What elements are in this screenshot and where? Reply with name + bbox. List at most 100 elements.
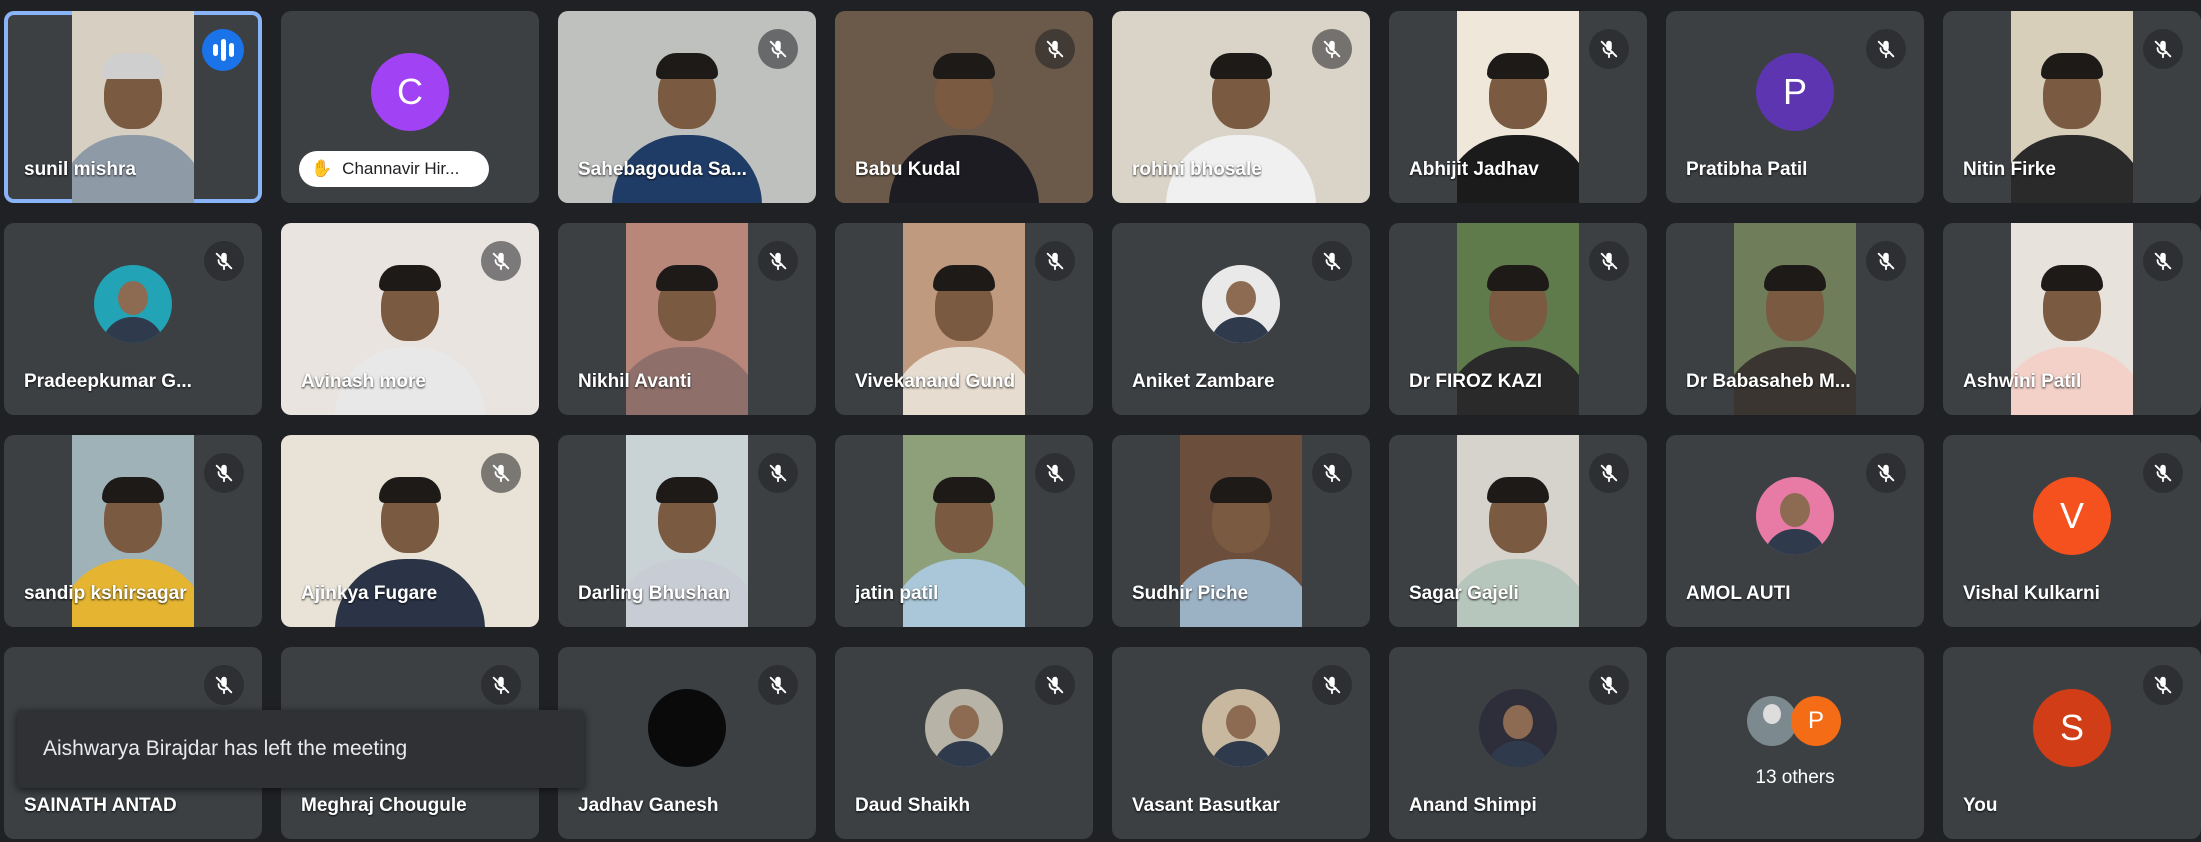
participant-tile[interactable]: Babu Kudal — [835, 11, 1093, 203]
participant-name: AMOL AUTI — [1686, 583, 1791, 604]
person-hair — [1210, 53, 1272, 80]
avatar-photo-head — [118, 280, 148, 315]
mic-off-icon — [1589, 453, 1629, 493]
avatar-photo — [94, 265, 172, 343]
participant-tile[interactable]: Nikhil Avanti — [558, 223, 816, 415]
avatar-photo — [648, 689, 726, 767]
participant-name: Pradeepkumar G... — [24, 371, 192, 392]
person-hair — [379, 477, 441, 504]
person-hair — [1487, 53, 1549, 80]
others-count-label: 13 others — [1755, 767, 1835, 788]
participant-tile[interactable]: Dr FIROZ KAZI — [1389, 223, 1647, 415]
hand-icon: ✋ — [311, 159, 333, 178]
participant-tile[interactable]: V Vishal Kulkarni — [1943, 435, 2201, 627]
participant-name: Channavir Hir... — [342, 159, 460, 178]
toast-text: Aishwarya Birajdar has left the meeting — [43, 737, 408, 760]
participant-tile[interactable]: Sahebagouda Sa... — [558, 11, 816, 203]
participant-tile[interactable]: Anand Shimpi — [1389, 647, 1647, 839]
avatar-photo — [1202, 689, 1280, 767]
participant-tile[interactable]: Daud Shaikh — [835, 647, 1093, 839]
participant-tile[interactable]: Vasant Basutkar — [1112, 647, 1370, 839]
participant-tile[interactable]: Nitin Firke — [1943, 11, 2201, 203]
participant-name: Meghraj Chougule — [301, 795, 467, 816]
participant-tile[interactable]: Aniket Zambare — [1112, 223, 1370, 415]
participant-tile[interactable]: Avinash more — [281, 223, 539, 415]
participant-name: Sahebagouda Sa... — [578, 159, 747, 180]
participant-tile[interactable]: rohini bhosale — [1112, 11, 1370, 203]
mic-off-icon — [1035, 453, 1075, 493]
mic-off-icon — [2143, 241, 2183, 281]
participant-name: Darling Bhushan — [578, 583, 731, 604]
participant-name: Sudhir Piche — [1132, 583, 1249, 604]
mic-off-icon — [204, 241, 244, 281]
participant-tile[interactable]: P 13 others — [1666, 647, 1924, 839]
participant-tile[interactable]: S You — [1943, 647, 2201, 839]
person-hair — [656, 477, 718, 504]
notification-toast: Aishwarya Birajdar has left the meeting — [17, 710, 584, 788]
participant-tile[interactable]: AMOL AUTI — [1666, 435, 1924, 627]
mic-off-icon — [2143, 453, 2183, 493]
participant-name: rohini bhosale — [1132, 159, 1262, 180]
participant-name: Sagar Gajeli — [1409, 583, 1519, 604]
person-hair — [933, 477, 995, 504]
participant-name: Nitin Firke — [1963, 159, 2056, 180]
mic-off-icon — [758, 29, 798, 69]
speaking-indicator-icon — [202, 29, 244, 71]
person-hair — [656, 53, 718, 80]
person-hair — [102, 53, 164, 80]
mic-off-icon — [2143, 665, 2183, 705]
participant-tile[interactable]: Sudhir Piche — [1112, 435, 1370, 627]
mic-off-icon — [1312, 453, 1352, 493]
others-avatars: P — [1747, 693, 1843, 749]
participant-tile[interactable]: sandip kshirsagar — [4, 435, 262, 627]
mic-off-icon — [1866, 241, 1906, 281]
person-hair — [933, 265, 995, 292]
participant-name: Babu Kudal — [855, 159, 961, 180]
mic-off-icon — [2143, 29, 2183, 69]
person-hair — [1487, 477, 1549, 504]
avatar-photo-body — [1210, 741, 1272, 767]
participant-name: SAINATH ANTAD — [24, 795, 177, 816]
person-hair — [379, 265, 441, 292]
avatar: P — [1756, 53, 1834, 131]
participant-tile[interactable]: C ✋ Channavir Hir... — [281, 11, 539, 203]
avatar-photo — [1479, 689, 1557, 767]
person-hair — [1764, 265, 1826, 292]
mic-off-icon — [1312, 665, 1352, 705]
participant-tile[interactable]: Pradeepkumar G... — [4, 223, 262, 415]
avatar-photo — [1756, 477, 1834, 555]
avatar-photo-body — [102, 317, 164, 343]
avatar-photo-head — [1226, 704, 1256, 739]
mic-off-icon — [204, 453, 244, 493]
mic-off-icon — [1866, 29, 1906, 69]
participant-name: Jadhav Ganesh — [578, 795, 719, 816]
avatar-photo-head — [1763, 704, 1781, 724]
avatar-photo-body — [1764, 529, 1826, 555]
participant-tile[interactable]: Ashwini Patil — [1943, 223, 2201, 415]
participant-tile[interactable]: Sagar Gajeli — [1389, 435, 1647, 627]
participant-tile[interactable]: Jadhav Ganesh — [558, 647, 816, 839]
participant-name: Ajinkya Fugare — [301, 583, 438, 604]
mic-off-icon — [758, 241, 798, 281]
participant-tile[interactable]: Abhijit Jadhav — [1389, 11, 1647, 203]
participant-name: Avinash more — [301, 371, 426, 392]
mic-off-icon — [1312, 241, 1352, 281]
avatar-photo-body — [933, 741, 995, 767]
participant-tile[interactable]: P Pratibha Patil — [1666, 11, 1924, 203]
person-hair — [1210, 477, 1272, 504]
participant-tile[interactable]: Dr Babasaheb M... — [1666, 223, 1924, 415]
participant-name: Pratibha Patil — [1686, 159, 1808, 180]
name-pill: ✋ Channavir Hir... — [299, 151, 489, 187]
avatar-photo-body — [1210, 317, 1272, 343]
participant-tile[interactable]: sunil mishra — [4, 11, 262, 203]
participant-name: sunil mishra — [24, 159, 136, 180]
mic-off-icon — [1589, 241, 1629, 281]
avatar: V — [2033, 477, 2111, 555]
mic-off-icon — [481, 665, 521, 705]
participant-tile[interactable]: Vivekanand Gund — [835, 223, 1093, 415]
mic-off-icon — [758, 453, 798, 493]
participant-tile[interactable]: Darling Bhushan — [558, 435, 816, 627]
participant-tile[interactable]: jatin patil — [835, 435, 1093, 627]
mic-off-icon — [1035, 241, 1075, 281]
participant-tile[interactable]: Ajinkya Fugare — [281, 435, 539, 627]
